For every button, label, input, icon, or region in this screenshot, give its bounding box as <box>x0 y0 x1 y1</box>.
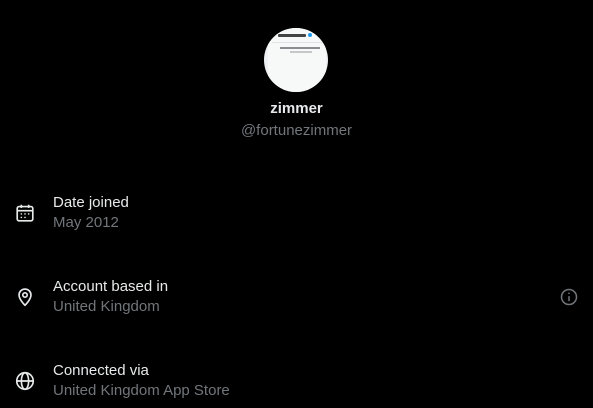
account-based-in-row: Account based in United Kingdom <box>0 278 593 322</box>
account-info-page: zimmer @fortunezimmer Date joined May 20… <box>0 0 593 408</box>
location-pin-icon <box>14 286 36 308</box>
connected-via-label: Connected via <box>53 362 149 379</box>
avatar[interactable] <box>264 28 328 92</box>
globe-icon <box>14 370 36 392</box>
connected-via-row: Connected via United Kingdom App Store <box>0 362 593 406</box>
display-name: zimmer <box>270 100 323 117</box>
date-joined-label: Date joined <box>53 194 129 211</box>
account-based-in-value: United Kingdom <box>53 298 160 315</box>
account-based-in-label: Account based in <box>53 278 169 295</box>
info-icon[interactable] <box>559 287 579 307</box>
date-joined-value: May 2012 <box>53 214 119 231</box>
avatar-image <box>268 28 328 92</box>
connected-via-value: United Kingdom App Store <box>53 382 230 399</box>
user-handle: @fortunezimmer <box>240 122 353 139</box>
date-joined-row: Date joined May 2012 <box>0 194 593 238</box>
calendar-icon <box>14 202 36 224</box>
